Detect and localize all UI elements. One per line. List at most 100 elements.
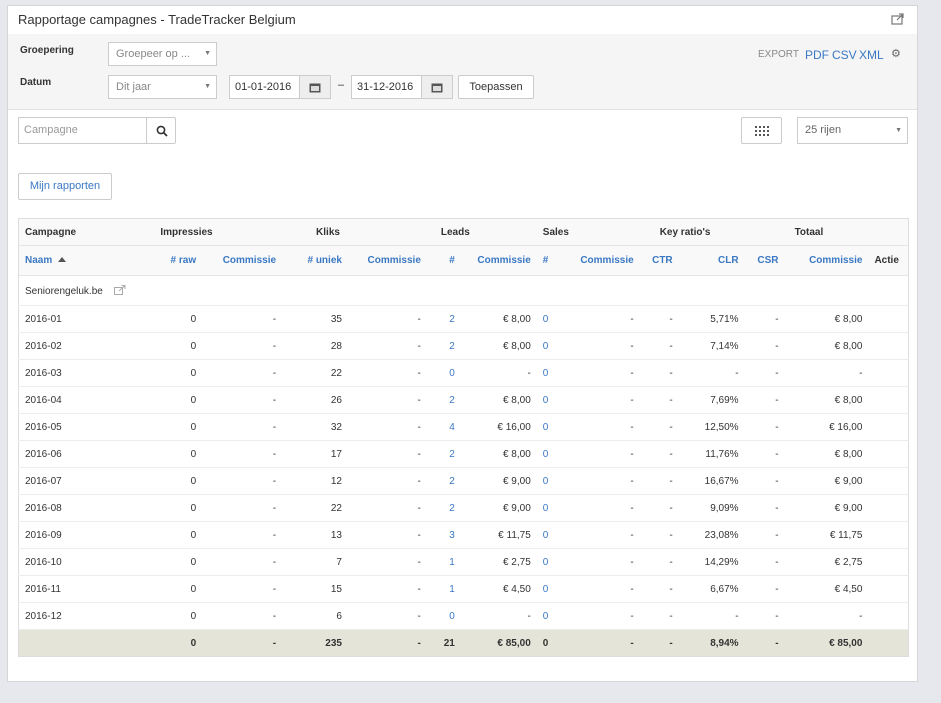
- cell-uniek: 35: [282, 305, 348, 333]
- cell-sales-commissie: -: [560, 305, 640, 333]
- cell-sales-commissie: -: [560, 467, 640, 495]
- cell-actie: [868, 602, 909, 630]
- cell-actie: [868, 386, 909, 414]
- cell-leads[interactable]: 1: [426, 548, 461, 576]
- share-icon[interactable]: [891, 13, 905, 25]
- cell-raw: 0: [116, 359, 203, 387]
- external-link-icon[interactable]: [113, 284, 126, 295]
- search-button[interactable]: [146, 117, 176, 144]
- cell-uniek: 32: [282, 413, 348, 441]
- export-csv-link[interactable]: CSV: [832, 48, 857, 62]
- my-reports-button[interactable]: Mijn rapporten: [18, 173, 112, 200]
- cell-leads[interactable]: 2: [426, 305, 461, 333]
- col-leads-commissie[interactable]: Commissie: [460, 245, 537, 276]
- cell-actie: [868, 305, 909, 333]
- cell-clr: 12,50%: [678, 413, 745, 441]
- cell-clr: 7,14%: [678, 332, 745, 360]
- cell-sales[interactable]: 0: [536, 602, 561, 630]
- cell-uniek: 6: [282, 602, 348, 630]
- cell-sales[interactable]: 0: [536, 413, 561, 441]
- cell-raw: 0: [116, 413, 203, 441]
- cell-period: [18, 629, 117, 657]
- export-xml-link[interactable]: XML: [859, 48, 884, 62]
- groepering-select[interactable]: Groepeer op ... ▼: [108, 42, 217, 66]
- cell-sales[interactable]: 0: [536, 332, 561, 360]
- cell-sales-commissie: -: [560, 440, 640, 468]
- cell-totaal-commissie: € 9,00: [784, 494, 869, 522]
- col-clr[interactable]: CLR: [678, 245, 745, 276]
- cell-sales[interactable]: 0: [536, 521, 561, 549]
- cell-period: 2016-06: [18, 440, 117, 468]
- col-sales-count[interactable]: #: [536, 245, 561, 276]
- apply-button[interactable]: Toepassen: [458, 75, 534, 99]
- col-impressies-commissie[interactable]: Commissie: [202, 245, 283, 276]
- date-to-calendar-button[interactable]: [421, 75, 453, 99]
- cell-kliks-commissie: -: [347, 467, 427, 495]
- date-from-input[interactable]: 01-01-2016: [229, 75, 300, 99]
- col-sales-commissie[interactable]: Commissie: [560, 245, 640, 276]
- cell-impressies-commissie: -: [202, 386, 283, 414]
- cell-leads[interactable]: 3: [426, 521, 461, 549]
- cell-leads[interactable]: 2: [426, 467, 461, 495]
- cell-sales: 0: [536, 629, 561, 657]
- cell-sales[interactable]: 0: [536, 305, 561, 333]
- cell-actie: [868, 467, 909, 495]
- cell-period: 2016-04: [18, 386, 117, 414]
- cell-leads[interactable]: 2: [426, 440, 461, 468]
- cell-leads[interactable]: 2: [426, 494, 461, 522]
- cell-period: 2016-03: [18, 359, 117, 387]
- datum-label: Datum: [20, 77, 52, 88]
- col-csr[interactable]: CSR: [744, 245, 785, 276]
- col-naam[interactable]: Naam: [18, 245, 117, 276]
- col-raw[interactable]: # raw: [116, 245, 203, 276]
- columns-toggle-button[interactable]: [741, 117, 782, 144]
- cell-leads[interactable]: 2: [426, 332, 461, 360]
- cell-sales[interactable]: 0: [536, 575, 561, 603]
- group-header-kliks: Kliks: [282, 218, 427, 246]
- cell-csr: -: [744, 467, 785, 495]
- cell-leads[interactable]: 1: [426, 575, 461, 603]
- col-totaal-commissie[interactable]: Commissie: [784, 245, 869, 276]
- gear-icon[interactable]: ⚙: [891, 47, 901, 60]
- filter-bar: Groepering Groepeer op ... ▼ Datum Dit j…: [8, 34, 917, 110]
- cell-sales[interactable]: 0: [536, 494, 561, 522]
- groepering-label: Groepering: [20, 45, 74, 56]
- col-kliks-commissie[interactable]: Commissie: [347, 245, 427, 276]
- col-uniek[interactable]: # uniek: [282, 245, 348, 276]
- cell-totaal-commissie: € 8,00: [784, 440, 869, 468]
- report-table: Campagne Impressies Kliks Leads Sales Ke…: [18, 218, 909, 657]
- cell-raw: 0: [116, 629, 203, 657]
- cell-clr: -: [678, 359, 745, 387]
- cell-ctr: -: [639, 386, 679, 414]
- col-ctr[interactable]: CTR: [639, 245, 679, 276]
- cell-sales[interactable]: 0: [536, 359, 561, 387]
- cell-totaal-commissie: -: [784, 602, 869, 630]
- cell-sales[interactable]: 0: [536, 386, 561, 414]
- cell-actie: [868, 521, 909, 549]
- cell-csr: -: [744, 575, 785, 603]
- cell-leads-commissie: € 8,00: [460, 440, 537, 468]
- search-input[interactable]: Campagne: [18, 117, 147, 144]
- cell-leads[interactable]: 0: [426, 359, 461, 387]
- cell-leads[interactable]: 0: [426, 602, 461, 630]
- col-actie: Actie: [868, 245, 909, 276]
- cell-sales-commissie: -: [560, 494, 640, 522]
- cell-leads-commissie: € 2,75: [460, 548, 537, 576]
- cell-period: 2016-09: [18, 521, 117, 549]
- cell-sales[interactable]: 0: [536, 440, 561, 468]
- datum-select[interactable]: Dit jaar ▼: [108, 75, 217, 99]
- cell-leads[interactable]: 2: [426, 386, 461, 414]
- cell-ctr: -: [639, 521, 679, 549]
- col-leads-count[interactable]: #: [426, 245, 461, 276]
- cell-leads-commissie: € 11,75: [460, 521, 537, 549]
- cell-leads[interactable]: 4: [426, 413, 461, 441]
- cell-leads-commissie: -: [460, 359, 537, 387]
- date-to-input[interactable]: 31-12-2016: [351, 75, 422, 99]
- export-pdf-link[interactable]: PDF: [805, 48, 829, 62]
- table-row: 2016-03 0-22-0-0- - - - -: [18, 359, 909, 387]
- cell-sales[interactable]: 0: [536, 548, 561, 576]
- date-from-calendar-button[interactable]: [299, 75, 331, 99]
- cell-sales[interactable]: 0: [536, 467, 561, 495]
- cell-totaal-commissie: € 4,50: [784, 575, 869, 603]
- rows-select[interactable]: 25 rijen ▼: [797, 117, 908, 144]
